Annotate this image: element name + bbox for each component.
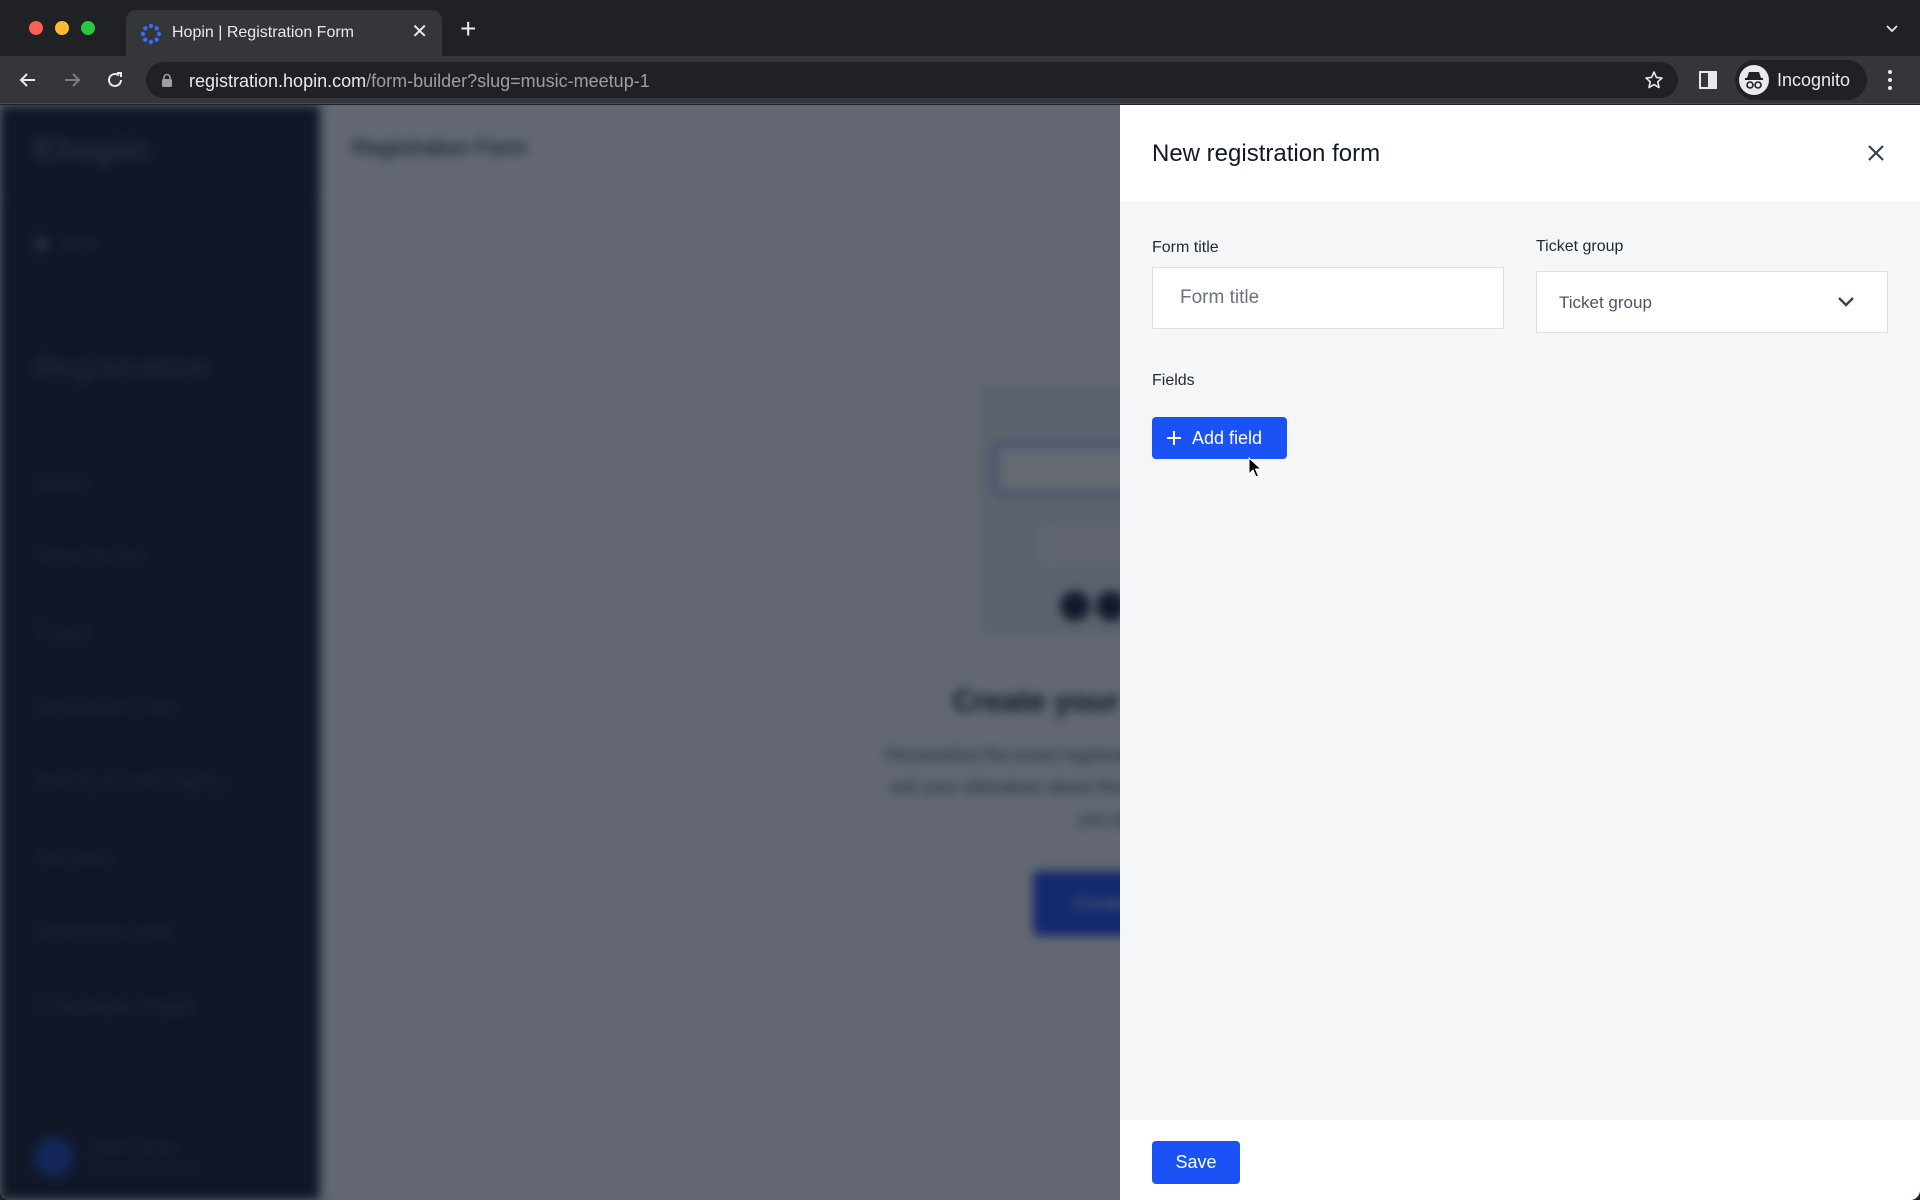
incognito-profile-button[interactable]: Incognito: [1735, 60, 1867, 100]
arrow-right-icon: [65, 73, 81, 87]
minimize-window-button[interactable]: [55, 21, 69, 35]
form-title-input[interactable]: [1152, 267, 1504, 329]
add-field-label: Add field: [1192, 427, 1263, 448]
reload-icon: [108, 72, 122, 87]
new-registration-form-drawer: New registration form Form title Ticket …: [1120, 105, 1920, 1200]
arrow-left-icon: [19, 73, 35, 87]
maximize-window-button[interactable]: [81, 21, 95, 35]
address-bar[interactable]: registration.hopin.com/form-builder?slug…: [146, 62, 1678, 98]
form-title-label: Form title: [1152, 239, 1219, 256]
new-tab-button[interactable]: +: [460, 15, 476, 43]
tab-title: Hopin | Registration Form: [172, 24, 354, 41]
bookmark-star-icon[interactable]: [1644, 70, 1664, 90]
ticket-group-value: Ticket group: [1559, 293, 1652, 312]
incognito-label: Incognito: [1777, 70, 1851, 90]
chevron-down-icon: [1838, 297, 1854, 307]
ticket-group-select[interactable]: Ticket group: [1536, 271, 1888, 333]
incognito-icon: [1739, 65, 1769, 95]
browser-tab-active[interactable]: Hopin | Registration Form ✕: [126, 10, 442, 56]
plus-icon: [1167, 431, 1181, 445]
add-field-button[interactable]: Add field: [1152, 417, 1287, 459]
tab-close-icon[interactable]: ✕: [411, 20, 428, 44]
side-panel-icon[interactable]: [1698, 70, 1718, 90]
tab-search-chevron-icon[interactable]: [1884, 20, 1900, 36]
back-button[interactable]: [14, 66, 42, 94]
drawer-footer: Save: [1120, 1120, 1920, 1200]
fields-label: Fields: [1152, 372, 1195, 389]
page-viewport: Ehopin Back Registration Details Ticket …: [0, 105, 1920, 1200]
close-window-button[interactable]: [29, 21, 43, 35]
lock-icon: [162, 73, 172, 87]
url-path: /form-builder?slug=music-meetup-1: [366, 71, 650, 91]
browser-window: Hopin | Registration Form ✕ + registrati…: [0, 0, 1920, 1200]
url-host: registration.hopin.com: [189, 71, 367, 91]
ticket-group-label: Ticket group: [1536, 238, 1624, 255]
drawer-header: New registration form: [1120, 105, 1920, 201]
close-icon[interactable]: [1864, 141, 1888, 165]
url-text[interactable]: registration.hopin.com/form-builder?slug…: [189, 71, 650, 92]
tab-strip: Hopin | Registration Form ✕ +: [0, 0, 1920, 56]
save-button[interactable]: Save: [1152, 1141, 1240, 1184]
browser-toolbar: registration.hopin.com/form-builder?slug…: [0, 56, 1920, 104]
drawer-title: New registration form: [1152, 140, 1381, 167]
hopin-favicon-icon: [140, 23, 162, 45]
mouse-cursor-icon: [1248, 457, 1262, 478]
reload-button[interactable]: [101, 66, 129, 94]
forward-button[interactable]: [58, 66, 86, 94]
kebab-menu-icon[interactable]: [1884, 68, 1896, 92]
